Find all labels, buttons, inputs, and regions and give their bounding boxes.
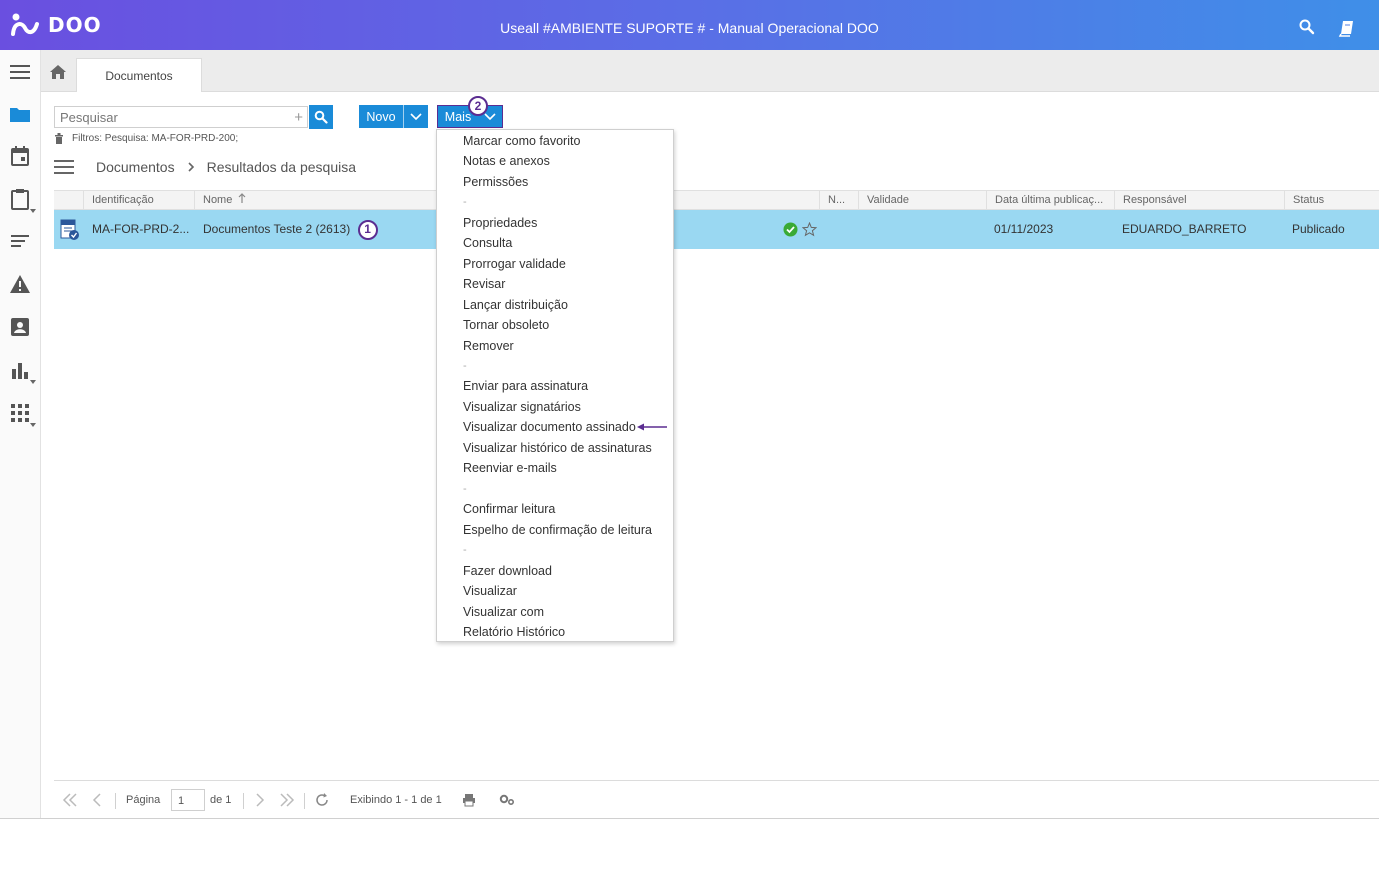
apps-grid-icon[interactable] xyxy=(8,401,36,427)
sort-ascending-icon xyxy=(238,193,246,203)
page-number-input[interactable]: 1 xyxy=(171,789,205,811)
search-placeholder: Pesquisar xyxy=(60,110,118,125)
search-icon[interactable] xyxy=(1298,18,1316,36)
search-button[interactable] xyxy=(309,105,333,129)
menu-item-marcar-favorito[interactable]: Marcar como favorito xyxy=(463,131,580,151)
print-icon[interactable] xyxy=(462,793,476,807)
step-badge-2: 2 xyxy=(468,96,488,116)
menu-separator: - xyxy=(463,544,467,556)
filter-summary: Filtros: Pesquisa: MA-FOR-PRD-200; xyxy=(54,133,238,144)
menu-item-espelho-confirmacao[interactable]: Espelho de confirmação de leitura xyxy=(463,520,652,540)
menu-item-consulta[interactable]: Consulta xyxy=(463,233,512,253)
page-total-label: de 1 xyxy=(210,794,232,806)
trash-icon[interactable] xyxy=(54,133,64,144)
column-header-identificacao[interactable]: Identificação xyxy=(83,191,194,210)
menu-item-confirmar-leitura[interactable]: Confirmar leitura xyxy=(463,499,555,519)
settings-gears-icon[interactable] xyxy=(499,793,515,807)
contact-card-icon[interactable] xyxy=(8,315,32,339)
grid-header: Identificação Nome N... Validade Data úl… xyxy=(54,190,1379,210)
clipboard-icon[interactable] xyxy=(8,187,36,213)
menu-separator: - xyxy=(463,483,467,495)
cell-data-publicacao: 01/11/2023 xyxy=(994,222,1054,236)
bar-chart-icon[interactable] xyxy=(8,358,36,384)
menu-item-reenviar-emails[interactable]: Reenviar e-mails xyxy=(463,458,557,478)
chevron-right-icon xyxy=(188,162,194,172)
add-filter-icon[interactable]: + xyxy=(294,107,303,129)
breadcrumb: Documentos Resultados da pesquisa xyxy=(54,157,356,177)
search-input[interactable]: Pesquisar + xyxy=(54,106,308,128)
app-window: DOO Useall #AMBIENTE SUPORTE # - Manual … xyxy=(0,0,1379,869)
menu-item-revisar[interactable]: Revisar xyxy=(463,274,505,294)
previous-page-icon[interactable] xyxy=(92,793,102,807)
menu-item-relatorio-historico[interactable]: Relatório Histórico xyxy=(463,622,565,642)
column-header-responsavel[interactable]: Responsável xyxy=(1114,191,1284,210)
published-check-icon xyxy=(783,222,798,237)
list-lines-icon[interactable] xyxy=(8,229,32,253)
mais-dropdown-menu: Marcar como favorito Notas e anexos Perm… xyxy=(436,129,674,642)
menu-item-propriedades[interactable]: Propriedades xyxy=(463,213,537,233)
page-label: Página xyxy=(126,794,161,806)
menu-item-visualizar-documento-assinado[interactable]: Visualizar documento assinado xyxy=(463,417,636,437)
novo-button[interactable]: Novo xyxy=(359,105,428,128)
warning-icon[interactable] xyxy=(8,272,32,296)
menu-item-tornar-obsoleto[interactable]: Tornar obsoleto xyxy=(463,315,549,335)
left-sidebar xyxy=(0,50,41,819)
step-badge-1: 1 xyxy=(357,219,378,240)
menu-toggle-icon[interactable] xyxy=(54,160,74,174)
menu-item-visualizar-historico-assinaturas[interactable]: Visualizar histórico de assinaturas xyxy=(463,438,652,458)
menu-item-remover[interactable]: Remover xyxy=(463,336,514,356)
calendar-icon[interactable] xyxy=(8,144,32,168)
cell-nome: Documentos Teste 2 (2613) 1 xyxy=(195,210,378,249)
folder-icon[interactable] xyxy=(8,102,32,126)
refresh-icon[interactable] xyxy=(314,792,330,808)
next-page-icon[interactable] xyxy=(255,793,265,807)
last-page-icon[interactable] xyxy=(279,793,295,807)
table-row[interactable]: MA-FOR-PRD-2... Documentos Teste 2 (2613… xyxy=(54,210,1379,249)
search-icon xyxy=(314,110,328,124)
column-header-status[interactable]: Status xyxy=(1284,191,1379,210)
column-header-validade[interactable]: Validade xyxy=(858,191,986,210)
tab-strip: Documentos xyxy=(41,50,1379,92)
chevron-down-icon xyxy=(30,209,36,213)
cell-identificacao: MA-FOR-PRD-2... xyxy=(92,222,190,236)
menu-item-prorrogar-validade[interactable]: Prorrogar validade xyxy=(463,254,566,274)
top-bar: DOO Useall #AMBIENTE SUPORTE # - Manual … xyxy=(0,0,1379,50)
menu-item-enviar-assinatura[interactable]: Enviar para assinatura xyxy=(463,376,588,396)
favorite-star-icon[interactable] xyxy=(802,222,817,237)
menu-item-notas-anexos[interactable]: Notas e anexos xyxy=(463,151,550,171)
cell-nome-text: Documentos Teste 2 (2613) xyxy=(203,222,351,236)
column-header-nome-label: Nome xyxy=(203,194,233,206)
app-title: Useall #AMBIENTE SUPORTE # - Manual Oper… xyxy=(500,20,879,36)
menu-separator: - xyxy=(463,360,467,372)
menu-separator: - xyxy=(463,196,467,208)
menu-item-lancar-distribuicao[interactable]: Lançar distribuição xyxy=(463,295,568,315)
menu-item-permissoes[interactable]: Permissões xyxy=(463,172,528,192)
footer-divider xyxy=(0,818,1379,819)
column-header-data-publicacao[interactable]: Data última publicaç... xyxy=(986,191,1114,210)
chevron-down-icon xyxy=(30,380,36,384)
breadcrumb-root[interactable]: Documentos xyxy=(96,159,175,175)
tab-documentos[interactable]: Documentos xyxy=(76,58,202,92)
menu-item-visualizar[interactable]: Visualizar xyxy=(463,581,517,601)
breadcrumb-current: Resultados da pesquisa xyxy=(206,159,357,175)
main-menu-icon[interactable] xyxy=(8,60,32,84)
menu-item-visualizar-com[interactable]: Visualizar com xyxy=(463,602,544,622)
annotation-arrow-icon xyxy=(637,423,667,431)
column-header-n[interactable]: N... xyxy=(819,191,858,210)
cell-responsavel: EDUARDO_BARRETO xyxy=(1122,222,1247,236)
filter-text: Filtros: Pesquisa: MA-FOR-PRD-200; xyxy=(72,133,239,144)
word-document-icon xyxy=(60,219,79,240)
chevron-down-icon[interactable] xyxy=(404,111,428,123)
cell-status: Publicado xyxy=(1292,222,1345,236)
home-icon[interactable] xyxy=(49,64,67,80)
first-page-icon[interactable] xyxy=(62,793,78,807)
manual-book-icon[interactable] xyxy=(1338,19,1356,37)
showing-count: Exibindo 1 - 1 de 1 xyxy=(350,794,442,806)
novo-label: Novo xyxy=(366,109,396,124)
menu-item-visualizar-signatarios[interactable]: Visualizar signatários xyxy=(463,397,581,417)
chevron-down-icon xyxy=(30,423,36,427)
pager: Página 1 de 1 Exibindo 1 - 1 de 1 xyxy=(54,780,1379,818)
menu-item-fazer-download[interactable]: Fazer download xyxy=(463,561,552,581)
